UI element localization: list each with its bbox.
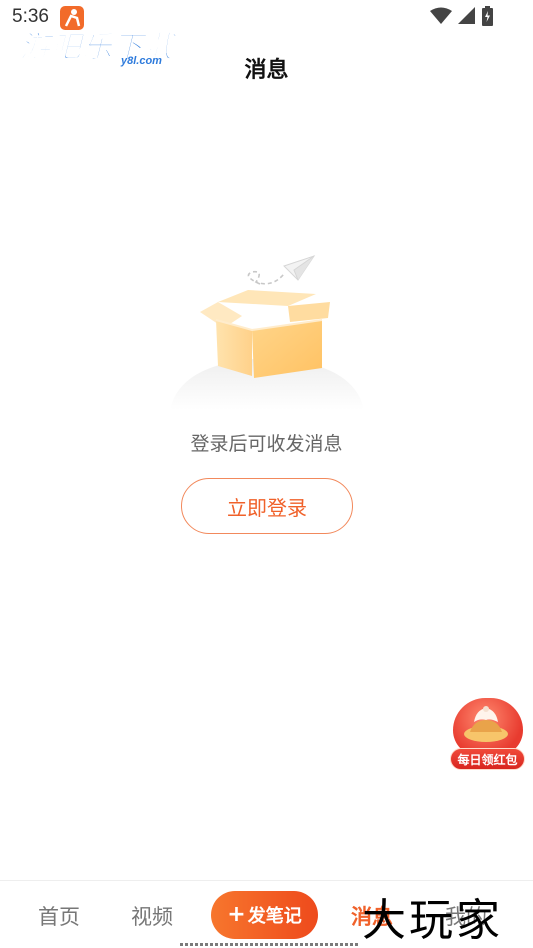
empty-box-icon [200, 290, 330, 378]
cell-signal-icon [458, 7, 476, 29]
plus-icon: + [227, 902, 246, 927]
battery-icon [482, 6, 493, 30]
dessert-icon [460, 704, 512, 744]
wifi-icon [430, 7, 452, 29]
status-icons [430, 6, 493, 30]
publish-note-label: 发笔记 [247, 906, 302, 927]
watermark-text: 大玩家 [362, 895, 503, 946]
empty-state-message: 登录后可收发消息 [190, 433, 343, 455]
page-title: 消息 [244, 58, 289, 83]
nav-item-video[interactable]: 视频 [131, 901, 173, 931]
message-screen: 5:36 游吧乐下载 y8l.com 消息 登录后可收发消息 立即登录 每日领红… [0, 0, 533, 948]
watermark-underline [180, 943, 360, 946]
daily-red-packet-button[interactable]: 每日领红包 [450, 698, 525, 772]
empty-illustration [160, 250, 374, 420]
publish-note-button[interactable]: + 发笔记 [211, 891, 318, 939]
red-packet-label: 每日领红包 [450, 748, 525, 770]
paper-plane-icon [283, 255, 316, 281]
login-button[interactable]: 立即登录 [181, 478, 353, 534]
nav-item-home[interactable]: 首页 [38, 901, 80, 931]
